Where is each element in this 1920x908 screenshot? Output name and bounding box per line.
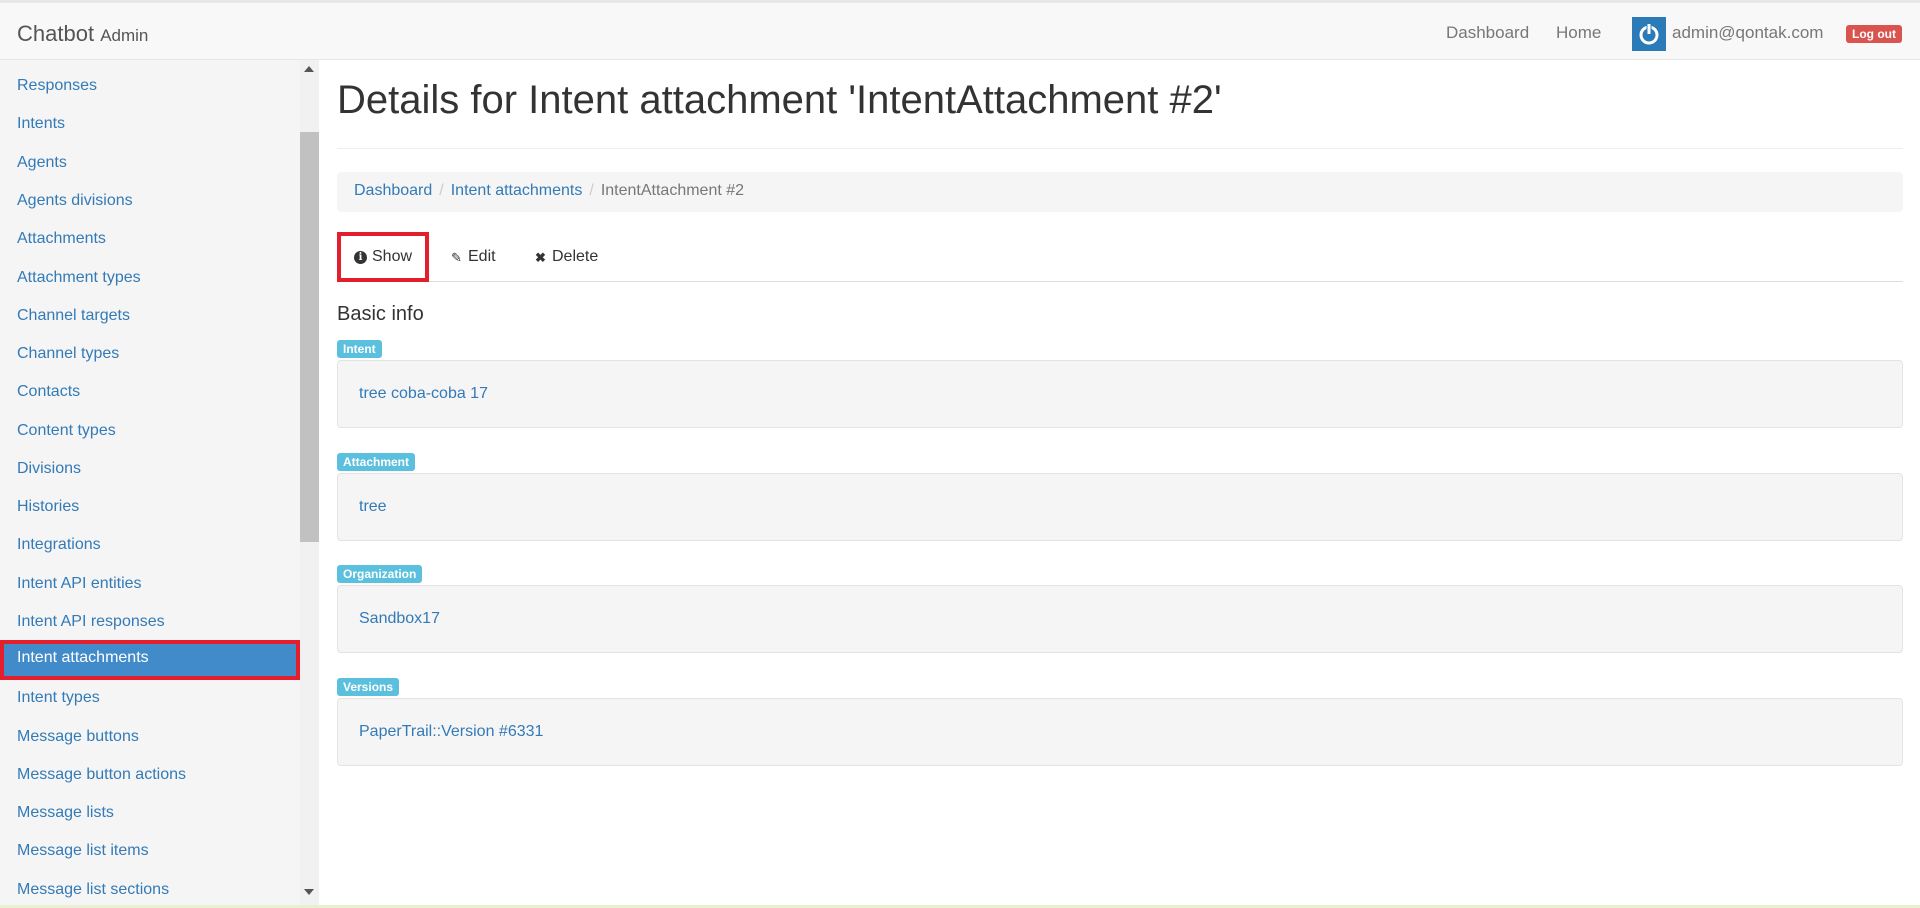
brand[interactable]: Chatbot Admin: [17, 21, 148, 47]
sidebar-item-message-list-sections[interactable]: Message list sections: [0, 872, 300, 905]
sidebar-item-contacts[interactable]: Contacts: [0, 374, 300, 410]
field-label-organization: Organization: [337, 565, 423, 583]
field-value-intent: tree coba-coba 17: [337, 360, 1903, 428]
sidebar-item-intent-api-entities[interactable]: Intent API entities: [0, 566, 300, 602]
field-label-attachment: Attachment: [337, 453, 416, 471]
sidebar-item-histories[interactable]: Histories: [0, 489, 300, 525]
info-icon: i: [354, 250, 367, 264]
power-icon: [1639, 23, 1659, 45]
sidebar-item-intent-attachments[interactable]: Intent attachments: [0, 640, 300, 680]
sidebar-item-channel-types[interactable]: Channel types: [0, 336, 300, 372]
tab-show-label: Show: [372, 248, 413, 265]
tab-edit-label: Edit: [468, 248, 496, 265]
sidebar-item-responses[interactable]: Responses: [0, 68, 300, 104]
field-link-attachment[interactable]: tree: [359, 498, 387, 516]
sidebar-item-message-button-actions[interactable]: Message button actions: [0, 757, 300, 793]
breadcrumb-dashboard[interactable]: Dashboard: [354, 182, 432, 199]
top-navbar: Chatbot Admin Dashboard Home admin@qonta…: [0, 0, 1920, 60]
tab-delete[interactable]: ✖ Delete: [534, 232, 598, 282]
sidebar-item-attachment-types[interactable]: Attachment types: [0, 260, 300, 296]
breadcrumb-intent-attachments[interactable]: Intent attachments: [451, 182, 583, 199]
scroll-thumb[interactable]: [300, 132, 319, 542]
section-heading: Basic info: [337, 303, 424, 325]
field-link-intent[interactable]: tree coba-coba 17: [359, 385, 488, 403]
sidebar-item-channel-targets[interactable]: Channel targets: [0, 298, 300, 334]
field-link-organization[interactable]: Sandbox17: [359, 610, 440, 628]
sidebar-item-intents[interactable]: Intents: [0, 106, 300, 142]
field-link-versions[interactable]: PaperTrail::Version #6331: [359, 723, 543, 741]
pencil-icon: ✎: [451, 249, 462, 265]
breadcrumb-current: IntentAttachment #2: [600, 182, 745, 199]
tab-show[interactable]: i Show: [337, 232, 430, 282]
title-divider: [337, 148, 1903, 149]
breadcrumb-separator: /: [439, 182, 444, 199]
page-title: Details for Intent attachment 'IntentAtt…: [337, 78, 1222, 122]
scroll-down-arrow-icon[interactable]: [304, 889, 314, 895]
sidebar-list: Responses Intents Agents Agents division…: [0, 60, 300, 905]
nav-link-dashboard[interactable]: Dashboard: [1446, 23, 1529, 43]
breadcrumb: Dashboard / Intent attachments / IntentAttac…: [337, 172, 1903, 212]
field-value-attachment: tree: [337, 473, 1903, 541]
sidebar-item-agents[interactable]: Agents: [0, 145, 300, 181]
sidebar-item-intent-api-responses[interactable]: Intent API responses: [0, 604, 300, 640]
brand-subtitle[interactable]: Admin: [100, 26, 148, 45]
scroll-up-arrow-icon[interactable]: [304, 66, 314, 72]
close-icon: ✖: [535, 249, 546, 265]
nav-link-home[interactable]: Home: [1556, 23, 1601, 43]
breadcrumb-separator: /: [589, 182, 594, 199]
sidebar-item-message-buttons[interactable]: Message buttons: [0, 719, 300, 755]
sidebar-scrollbar[interactable]: [300, 60, 319, 905]
sidebar-item-agents-divisions[interactable]: Agents divisions: [0, 183, 300, 219]
sidebar-item-content-types[interactable]: Content types: [0, 413, 300, 449]
logout-button[interactable]: Log out: [1846, 25, 1902, 43]
field-value-organization: Sandbox17: [337, 585, 1903, 653]
sidebar-item-divisions[interactable]: Divisions: [0, 451, 300, 487]
brand-title[interactable]: Chatbot: [17, 21, 94, 46]
sidebar-item-intent-types[interactable]: Intent types: [0, 680, 300, 716]
sidebar: Responses Intents Agents Agents division…: [0, 60, 300, 905]
user-avatar[interactable]: [1632, 17, 1666, 51]
field-label-versions: Versions: [337, 678, 400, 696]
sidebar-item-attachments[interactable]: Attachments: [0, 221, 300, 257]
field-value-versions: PaperTrail::Version #6331: [337, 698, 1903, 766]
user-email[interactable]: admin@qontak.com: [1672, 23, 1823, 43]
sidebar-item-message-list-items[interactable]: Message list items: [0, 833, 300, 869]
tab-delete-label: Delete: [552, 248, 599, 265]
sidebar-item-integrations[interactable]: Integrations: [0, 527, 300, 563]
action-tabs: i Show ✎ Edit ✖ Delete: [337, 232, 1903, 282]
tab-edit[interactable]: ✎ Edit: [450, 232, 496, 282]
sidebar-item-message-lists[interactable]: Message lists: [0, 795, 300, 831]
field-label-intent: Intent: [337, 340, 382, 358]
